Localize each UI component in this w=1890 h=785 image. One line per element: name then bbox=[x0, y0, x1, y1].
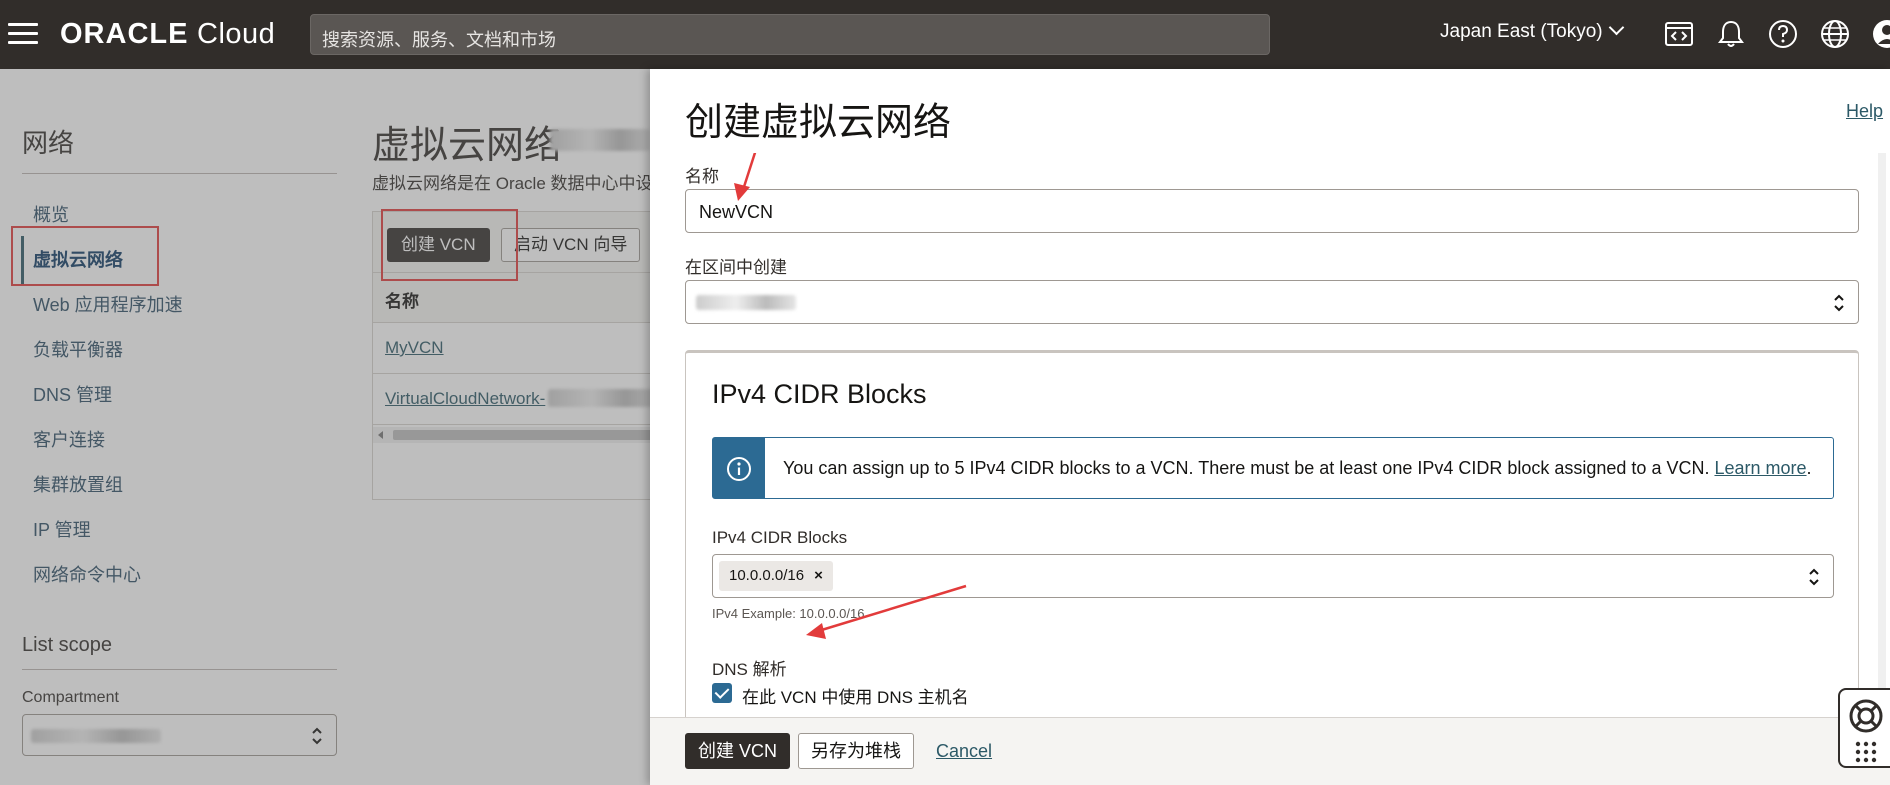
redacted-value bbox=[31, 729, 161, 743]
redacted-value bbox=[550, 129, 650, 151]
info-icon-strip bbox=[713, 438, 765, 498]
save-as-stack-button[interactable]: 另存为堆栈 bbox=[798, 733, 914, 769]
lifebuoy-icon bbox=[1849, 699, 1883, 733]
help-link[interactable]: Help bbox=[1846, 101, 1890, 122]
cidr-chip-value: 10.0.0.0/16 bbox=[729, 567, 805, 584]
horizontal-scrollbar[interactable] bbox=[373, 427, 650, 443]
help-icon[interactable] bbox=[1767, 18, 1799, 50]
left-navigation: 网络 概览 虚拟云网络 Web 应用程序加速 负载平衡器 DNS 管理 客户连接… bbox=[0, 69, 350, 785]
name-field-value: NewVCN bbox=[699, 202, 774, 222]
compartment-select[interactable] bbox=[22, 714, 337, 756]
panel-footer: 创建 VCN 另存为堆栈 Cancel bbox=[650, 717, 1890, 785]
vcn-link[interactable]: MyVCN bbox=[385, 338, 444, 358]
code-editor-icon[interactable] bbox=[1663, 18, 1695, 50]
bell-icon[interactable] bbox=[1715, 18, 1747, 50]
info-message-text: You can assign up to 5 IPv4 CIDR blocks … bbox=[783, 458, 1715, 478]
learn-more-link[interactable]: Learn more bbox=[1714, 458, 1806, 478]
cidr-blocks-input[interactable]: 10.0.0.0/16 × bbox=[712, 554, 1834, 598]
nav-item-network-command-center[interactable]: 网络命令中心 bbox=[33, 561, 141, 587]
region-selector[interactable]: Japan East (Tokyo) bbox=[1440, 19, 1624, 43]
cidr-hint: IPv4 Example: 10.0.0.0/16 bbox=[712, 606, 865, 621]
divider bbox=[22, 669, 337, 670]
cancel-link[interactable]: Cancel bbox=[936, 741, 992, 762]
divider bbox=[22, 173, 337, 174]
vcn-table: 名称 MyVCN VirtualCloudNetwork- bbox=[372, 273, 650, 500]
page-title: 虚拟云网络 bbox=[372, 114, 562, 169]
nav-item-cluster-placement[interactable]: 集群放置组 bbox=[33, 471, 123, 497]
column-header-name[interactable]: 名称 bbox=[385, 287, 419, 312]
dns-resolution-label: DNS 解析 bbox=[712, 660, 787, 679]
name-label: 名称 bbox=[685, 167, 719, 186]
scrollbar-thumb[interactable] bbox=[393, 430, 650, 440]
redacted-value bbox=[696, 295, 796, 310]
info-period: . bbox=[1806, 458, 1812, 478]
remove-chip-icon[interactable]: × bbox=[814, 561, 823, 591]
vcn-list-page: 虚拟云网络 虚拟云网络是在 Oracle 数据中心中设 创建 VCN 启动 VC… bbox=[350, 69, 650, 785]
search-placeholder: 搜索资源、服务、文档和市场 bbox=[322, 30, 556, 50]
vcn-link[interactable]: VirtualCloudNetwork- bbox=[385, 389, 545, 409]
cidr-chip: 10.0.0.0/16 × bbox=[719, 561, 833, 591]
annotation-box bbox=[381, 209, 518, 281]
search-input[interactable]: 搜索资源、服务、文档和市场 bbox=[310, 14, 1270, 55]
compartment-select[interactable] bbox=[685, 280, 1859, 324]
select-arrows-icon bbox=[1834, 294, 1844, 312]
compartment-label: Compartment bbox=[22, 689, 119, 706]
top-bar: ORACLE Cloud 搜索资源、服务、文档和市场 Japan East (T… bbox=[0, 0, 1890, 69]
nav-item-web-acceleration[interactable]: Web 应用程序加速 bbox=[33, 291, 183, 317]
annotation-box bbox=[11, 226, 159, 286]
dns-hostnames-label[interactable]: 在此 VCN 中使用 DNS 主机名 bbox=[742, 683, 969, 708]
dns-hostnames-checkbox[interactable] bbox=[712, 683, 732, 703]
page-description: 虚拟云网络是在 Oracle 数据中心中设 bbox=[372, 174, 650, 193]
globe-icon[interactable] bbox=[1819, 18, 1851, 50]
select-arrows-icon bbox=[1809, 568, 1819, 586]
section-title: IPv4 CIDR Blocks bbox=[712, 379, 927, 409]
create-vcn-panel: 创建虚拟云网络 Help 名称 NewVCN 在区间中创建 IPv4 CIDR … bbox=[650, 69, 1890, 785]
apps-grid-icon bbox=[1855, 741, 1877, 763]
menu-icon[interactable] bbox=[8, 23, 38, 44]
help-widget[interactable] bbox=[1838, 688, 1890, 768]
cidr-blocks-label: IPv4 CIDR Blocks bbox=[712, 528, 848, 547]
nav-heading: 网络 bbox=[22, 128, 75, 158]
panel-title: 创建虚拟云网络 bbox=[685, 102, 952, 144]
panel-form: 名称 NewVCN 在区间中创建 IPv4 CIDR Blocks You ca… bbox=[650, 153, 1866, 718]
list-scope-heading: List scope bbox=[22, 634, 113, 656]
region-label: Japan East (Tokyo) bbox=[1440, 21, 1603, 42]
compartment-label: 在区间中创建 bbox=[685, 258, 787, 277]
nav-item-dns-management[interactable]: DNS 管理 bbox=[33, 381, 112, 407]
info-text: You can assign up to 5 IPv4 CIDR blocks … bbox=[783, 458, 1812, 479]
ipv4-cidr-section: IPv4 CIDR Blocks You can assign up to 5 … bbox=[685, 350, 1859, 718]
redacted-value bbox=[548, 389, 650, 407]
name-field[interactable]: NewVCN bbox=[685, 189, 1859, 233]
oracle-cloud-logo[interactable]: ORACLE Cloud bbox=[60, 18, 275, 51]
nav-item-ip-management[interactable]: IP 管理 bbox=[33, 516, 91, 542]
nav-item-customer-connectivity[interactable]: 客户连接 bbox=[33, 426, 105, 452]
vertical-scrollbar[interactable] bbox=[1878, 153, 1886, 713]
logo-product: Cloud bbox=[188, 18, 276, 50]
table-row: MyVCN bbox=[373, 323, 650, 374]
info-message: You can assign up to 5 IPv4 CIDR blocks … bbox=[712, 437, 1834, 499]
profile-icon[interactable] bbox=[1871, 18, 1890, 50]
logo-brand: ORACLE bbox=[60, 18, 189, 50]
chevron-down-icon bbox=[1608, 19, 1624, 36]
start-vcn-wizard-button[interactable]: 启动 VCN 向导 bbox=[501, 228, 641, 262]
nav-item-overview[interactable]: 概览 bbox=[33, 201, 69, 227]
scroll-left-icon[interactable] bbox=[378, 431, 383, 439]
info-icon bbox=[727, 457, 751, 481]
select-arrows-icon bbox=[312, 727, 322, 745]
nav-item-load-balancers[interactable]: 负载平衡器 bbox=[33, 336, 123, 362]
create-vcn-submit-button[interactable]: 创建 VCN bbox=[685, 733, 791, 769]
page-title-text: 虚拟云网络 bbox=[372, 125, 563, 167]
